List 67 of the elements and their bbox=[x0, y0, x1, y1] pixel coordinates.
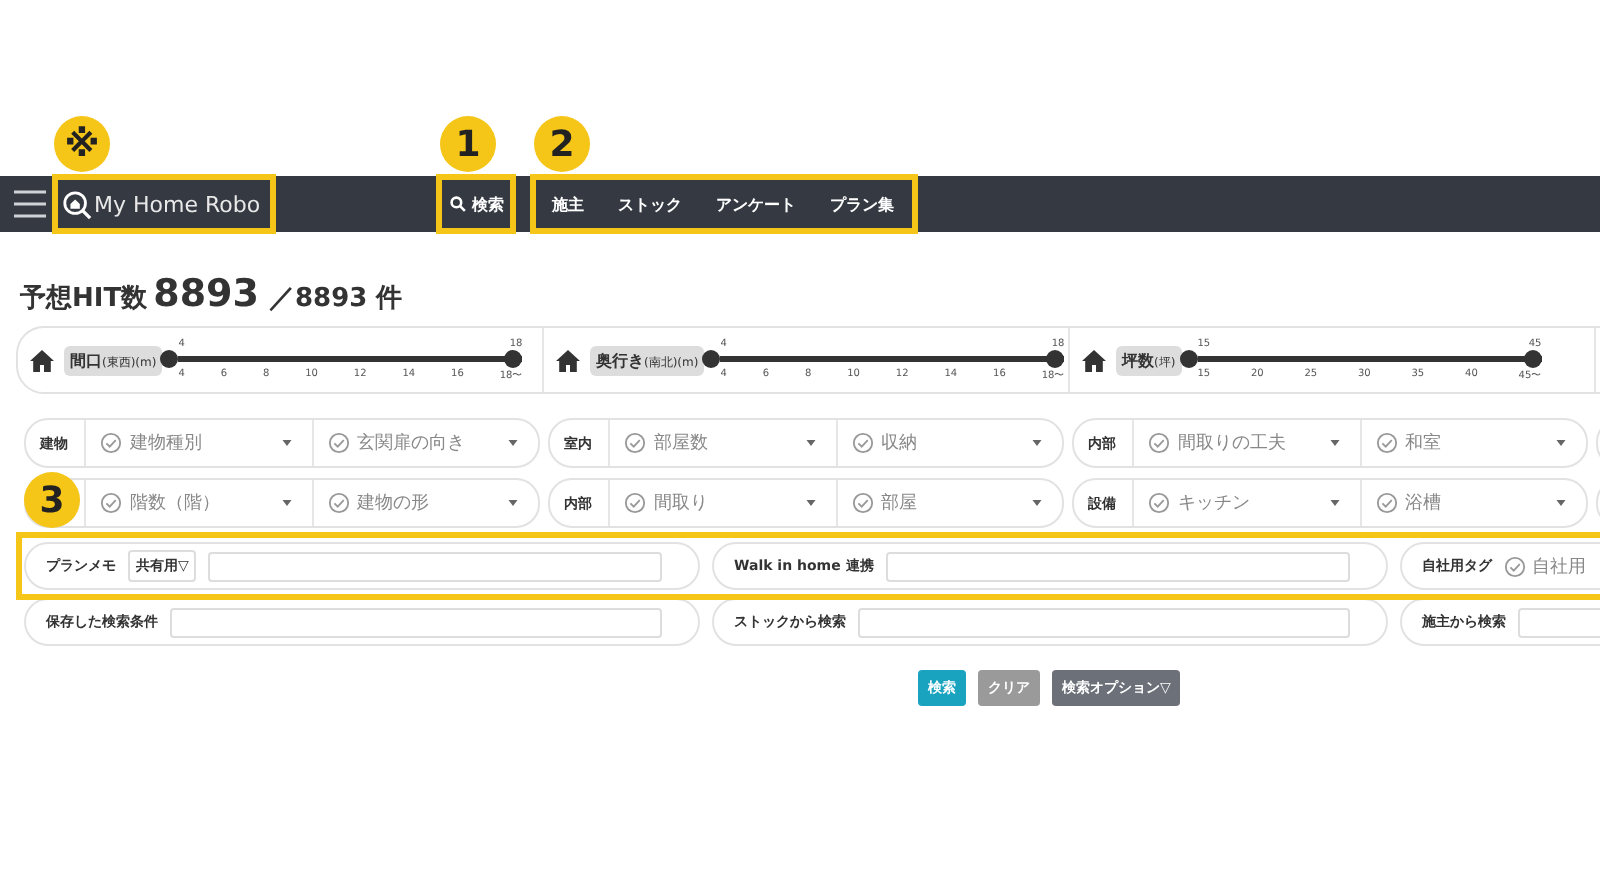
check-circle-icon bbox=[1148, 432, 1170, 454]
slider-handle[interactable] bbox=[1046, 350, 1065, 368]
nav-link[interactable]: ストック bbox=[618, 189, 682, 219]
caret-icon bbox=[1032, 440, 1042, 446]
search-icon bbox=[450, 196, 466, 212]
select-field[interactable]: 間取りの工夫 bbox=[1134, 420, 1361, 466]
callout-badge: ※ bbox=[54, 116, 110, 172]
select-field[interactable]: 玄関扉の向き bbox=[313, 420, 538, 466]
slider-handle[interactable] bbox=[504, 350, 523, 368]
home-icon bbox=[1082, 349, 1106, 371]
callout-badge: 2 bbox=[534, 116, 590, 172]
hit-count: 8893 bbox=[153, 272, 259, 316]
caret-icon bbox=[805, 500, 815, 506]
callout-badge: 1 bbox=[440, 116, 496, 172]
check-circle-icon bbox=[327, 492, 349, 514]
logo-text[interactable]: My Home Robo bbox=[94, 191, 261, 217]
check-circle-icon bbox=[851, 432, 873, 454]
select-field[interactable]: 和室 bbox=[1361, 420, 1586, 466]
caret-icon bbox=[281, 500, 291, 506]
home-icon bbox=[30, 349, 54, 371]
menu-icon[interactable] bbox=[14, 190, 46, 218]
caret-icon bbox=[805, 440, 815, 446]
slider-handle[interactable] bbox=[1523, 350, 1542, 368]
check-circle-icon bbox=[1148, 492, 1170, 514]
search-button[interactable]: 検索 bbox=[444, 189, 510, 219]
check-circle-icon bbox=[624, 492, 646, 514]
slider-handle[interactable] bbox=[160, 350, 179, 368]
hit-label: 予想HIT数 bbox=[20, 282, 148, 316]
select-field[interactable]: キッチン bbox=[1134, 480, 1361, 526]
select-field[interactable]: 建物の形 bbox=[313, 480, 538, 526]
select-field[interactable]: 自社用 bbox=[1504, 553, 1586, 579]
input-field[interactable] bbox=[208, 551, 662, 581]
select-field[interactable]: 間取り bbox=[610, 480, 837, 526]
select-field[interactable]: 部屋 bbox=[837, 480, 1062, 526]
check-circle-icon bbox=[1375, 492, 1397, 514]
caret-icon bbox=[1556, 440, 1566, 446]
caret-icon bbox=[1329, 440, 1339, 446]
home-icon bbox=[556, 349, 580, 371]
input-field[interactable] bbox=[885, 551, 1350, 581]
caret-icon bbox=[508, 440, 518, 446]
input-field[interactable] bbox=[170, 607, 662, 637]
check-circle-icon bbox=[327, 432, 349, 454]
nav-link[interactable]: アンケート bbox=[716, 189, 796, 219]
select-field[interactable]: 収納 bbox=[837, 420, 1062, 466]
check-circle-icon bbox=[1504, 555, 1526, 577]
select-field[interactable]: 部屋数 bbox=[610, 420, 837, 466]
hit-total: ／8893 件 bbox=[268, 282, 403, 316]
caret-icon bbox=[281, 440, 291, 446]
caret-icon bbox=[1556, 500, 1566, 506]
check-circle-icon bbox=[1375, 432, 1397, 454]
caret-icon bbox=[1032, 500, 1042, 506]
slider-handle[interactable] bbox=[702, 350, 721, 368]
select-field[interactable]: 浴槽 bbox=[1361, 480, 1586, 526]
caret-icon bbox=[508, 500, 518, 506]
check-circle-icon bbox=[100, 432, 122, 454]
nav-link[interactable]: 施主 bbox=[552, 189, 584, 219]
check-circle-icon bbox=[851, 492, 873, 514]
input-field[interactable] bbox=[858, 607, 1350, 637]
highlight-frame bbox=[436, 174, 516, 234]
nav-link[interactable]: プラン集 bbox=[830, 189, 894, 219]
check-circle-icon bbox=[100, 492, 122, 514]
house-search-icon bbox=[62, 189, 92, 219]
check-circle-icon bbox=[624, 432, 646, 454]
select-field[interactable]: 階数（階） bbox=[86, 480, 313, 526]
select-field[interactable]: 建物種別 bbox=[86, 420, 313, 466]
callout-badge: 3 bbox=[24, 472, 80, 528]
caret-icon bbox=[1329, 500, 1339, 506]
